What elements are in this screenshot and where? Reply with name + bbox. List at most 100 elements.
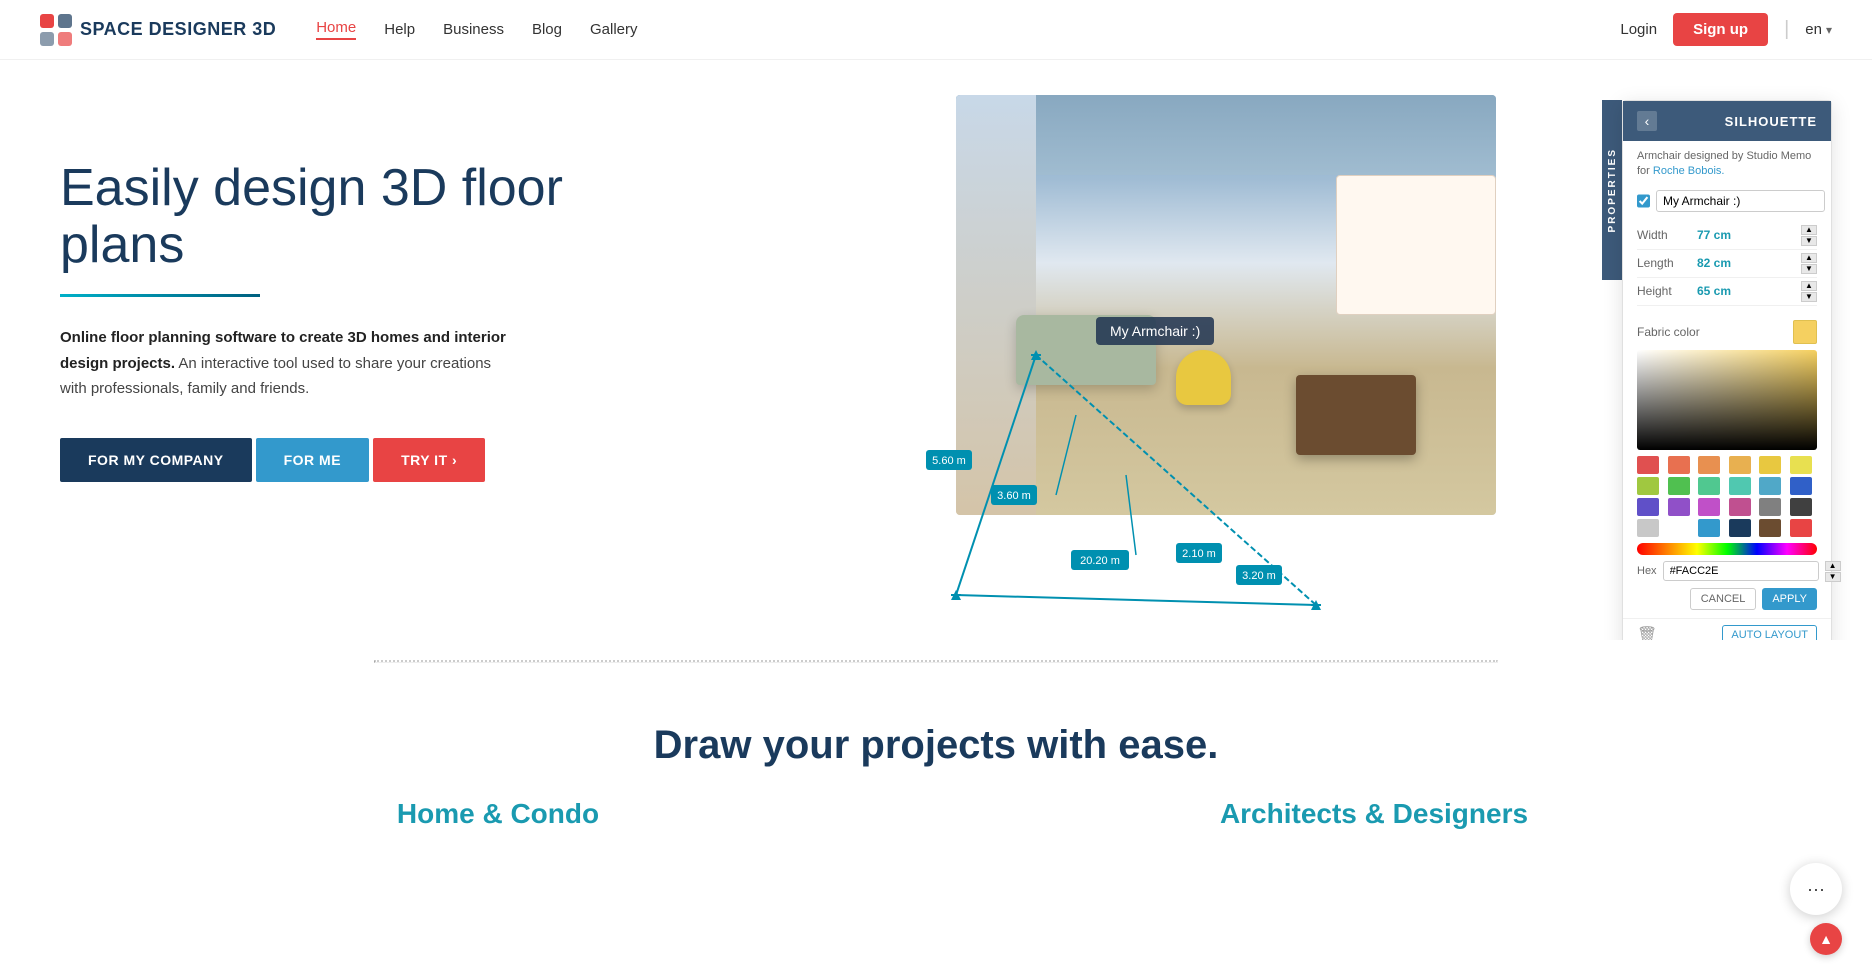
color-swatch-16[interactable] [1759, 498, 1781, 516]
hero-underline [60, 294, 260, 297]
hero-description: Online floor planning software to create… [60, 325, 520, 402]
color-swatch-14[interactable] [1698, 498, 1720, 516]
width-label: Width [1637, 228, 1697, 242]
svg-text:20.20 m: 20.20 m [1080, 555, 1120, 567]
height-down-button[interactable]: ▼ [1801, 292, 1817, 302]
color-swatch-7[interactable] [1668, 477, 1690, 495]
length-row: Length 82 cm ▲ ▼ [1637, 250, 1817, 278]
width-up-button[interactable]: ▲ [1801, 225, 1817, 235]
room-3d: My Armchair :) [956, 95, 1496, 515]
color-swatch-0[interactable] [1637, 456, 1659, 474]
wall-top [956, 95, 1496, 175]
panel-link[interactable]: Roche Bobois. [1653, 165, 1725, 177]
panel-toggle-button[interactable]: ‹ [1637, 111, 1657, 131]
width-down-button[interactable]: ▼ [1801, 236, 1817, 246]
for-me-button[interactable]: FOR ME [256, 438, 369, 482]
room-inner: My Armchair :) [956, 95, 1496, 515]
height-label: Height [1637, 284, 1697, 298]
trash-button[interactable]: 🗑 [1637, 625, 1657, 640]
color-swatch-5[interactable] [1790, 456, 1812, 474]
color-swatch-15[interactable] [1729, 498, 1751, 516]
hero-section: Easily design 3D floor plans Online floo… [0, 60, 1872, 640]
color-swatch-21[interactable] [1729, 519, 1751, 537]
language-selector[interactable]: en ▾ [1805, 21, 1832, 38]
length-up-button[interactable]: ▲ [1801, 253, 1817, 263]
bottom-title: Draw your projects with ease. [60, 723, 1812, 768]
apply-button[interactable]: APPLY [1762, 588, 1817, 610]
name-input[interactable] [1656, 190, 1825, 212]
color-swatch-11[interactable] [1790, 477, 1812, 495]
auto-layout-button[interactable]: AUTO LAYOUT [1722, 625, 1817, 640]
length-down-button[interactable]: ▼ [1801, 264, 1817, 274]
lang-label: en [1805, 21, 1822, 38]
floor-plan-bg: My Armchair :) [896, 95, 1516, 615]
cancel-button[interactable]: CANCEL [1690, 588, 1757, 610]
hex-stepper[interactable]: ▲ ▼ [1825, 561, 1841, 582]
properties-panel: ‹ SILHOUETTE Armchair designed by Studio… [1622, 100, 1832, 640]
svg-text:3.20 m: 3.20 m [1242, 570, 1276, 582]
chat-bubble[interactable]: ··· [1790, 863, 1842, 915]
color-swatch-17[interactable] [1790, 498, 1812, 516]
company-button[interactable]: FOR MY COMPANY [60, 438, 252, 482]
nav-business[interactable]: Business [443, 21, 504, 38]
svg-text:2.10 m: 2.10 m [1182, 548, 1216, 560]
nav-blog[interactable]: Blog [532, 21, 562, 38]
fabric-color-swatch[interactable] [1793, 320, 1817, 344]
color-swatch-8[interactable] [1698, 477, 1720, 495]
color-swatch-18[interactable] [1637, 519, 1659, 537]
logo-icon [40, 14, 72, 46]
color-swatch-10[interactable] [1759, 477, 1781, 495]
width-stepper[interactable]: ▲ ▼ [1801, 225, 1817, 246]
color-swatch-1[interactable] [1668, 456, 1690, 474]
color-picker: Hex ▲ ▼ CANCEL APPLY [1623, 350, 1831, 618]
color-swatch-12[interactable] [1637, 498, 1659, 516]
nav-gallery[interactable]: Gallery [590, 21, 638, 38]
hex-input[interactable] [1663, 561, 1819, 581]
navbar: SPACE DESIGNER 3D Home Help Business Blo… [0, 0, 1872, 60]
color-swatch-23[interactable] [1790, 519, 1812, 537]
col-home-title: Home & Condo [60, 798, 936, 830]
separator-line [374, 660, 1497, 663]
height-stepper[interactable]: ▲ ▼ [1801, 281, 1817, 302]
nav-help[interactable]: Help [384, 21, 415, 38]
length-value: 82 cm [1697, 256, 1801, 270]
nav-home[interactable]: Home [316, 19, 356, 40]
color-hue-bar[interactable] [1637, 543, 1817, 555]
height-row: Height 65 cm ▲ ▼ [1637, 278, 1817, 306]
nav-right: Login Sign up | en ▾ [1620, 13, 1832, 46]
name-checkbox[interactable] [1637, 194, 1650, 208]
width-row: Width 77 cm ▲ ▼ [1637, 222, 1817, 250]
login-link[interactable]: Login [1620, 21, 1657, 38]
signup-button[interactable]: Sign up [1673, 13, 1768, 46]
hex-label: Hex [1637, 565, 1657, 577]
brand-name: SPACE DESIGNER 3D [80, 19, 276, 40]
height-up-button[interactable]: ▲ [1801, 281, 1817, 291]
color-swatch-22[interactable] [1759, 519, 1781, 537]
bottom-col-architects: Architects & Designers [936, 798, 1812, 830]
nav-divider: | [1784, 18, 1789, 41]
hero-left: Easily design 3D floor plans Online floo… [60, 100, 580, 482]
color-swatch-13[interactable] [1668, 498, 1690, 516]
color-swatch-20[interactable] [1698, 519, 1720, 537]
color-swatch-3[interactable] [1729, 456, 1751, 474]
color-actions: CANCEL APPLY [1637, 588, 1817, 610]
panel-dimensions: Width 77 cm ▲ ▼ Length 82 cm ▲ ▼ [1623, 218, 1831, 314]
furniture-kitchen [1336, 175, 1496, 315]
try-it-button[interactable]: TRY IT › [373, 438, 485, 482]
logo[interactable]: SPACE DESIGNER 3D [40, 14, 276, 46]
length-stepper[interactable]: ▲ ▼ [1801, 253, 1817, 274]
color-swatch-9[interactable] [1729, 477, 1751, 495]
color-swatch-19[interactable] [1668, 519, 1690, 537]
color-swatch-2[interactable] [1698, 456, 1720, 474]
hex-up-button[interactable]: ▲ [1825, 561, 1841, 571]
length-label: Length [1637, 256, 1697, 270]
panel-title: SILHOUETTE [1725, 114, 1817, 129]
color-gradient[interactable] [1637, 350, 1817, 450]
color-swatch-4[interactable] [1759, 456, 1781, 474]
hex-down-button[interactable]: ▼ [1825, 572, 1841, 582]
properties-sidebar-tab[interactable]: PROPERTIES [1602, 100, 1622, 280]
color-swatch-6[interactable] [1637, 477, 1659, 495]
scroll-top-button[interactable]: ▲ [1810, 923, 1842, 955]
chevron-down-icon: ▾ [1826, 23, 1832, 37]
fabric-label: Fabric color [1637, 325, 1793, 339]
